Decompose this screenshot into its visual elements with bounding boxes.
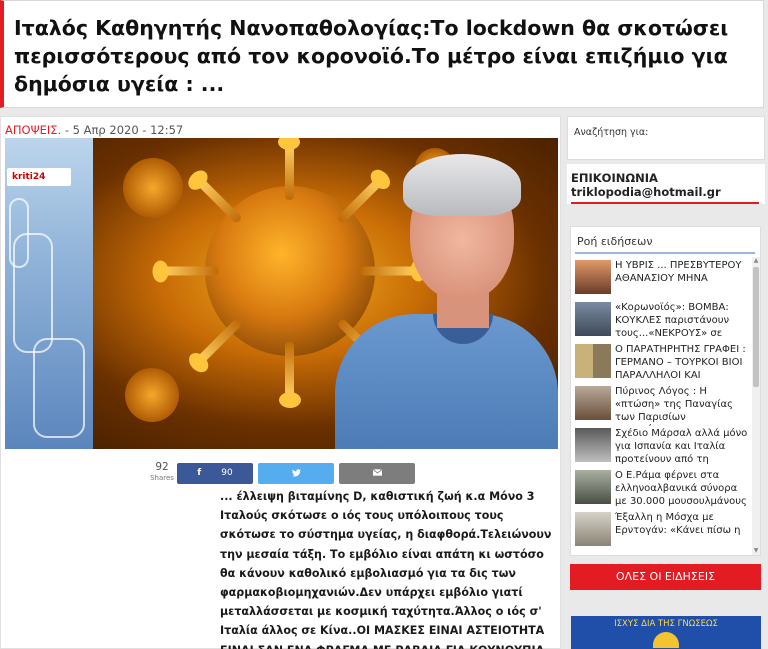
article-hero-image: kriti24 bbox=[5, 138, 558, 449]
scroll-down-icon[interactable]: ▼ bbox=[752, 547, 760, 555]
share-count: 92 Shares bbox=[150, 461, 174, 483]
virus-graphic-small bbox=[123, 158, 183, 218]
professor-photo bbox=[325, 138, 558, 449]
scrollbar-thumb[interactable] bbox=[753, 267, 759, 387]
contact-title: ΕΠΙΚΟΙΝΩΝΙΑ bbox=[571, 171, 658, 185]
news-feed-item[interactable]: Ο Ε.Ράμα φέρνει στα ελληνοαλβανικά σύνορ… bbox=[575, 470, 751, 510]
news-feed: Ροή ειδήσεων Η ΥΒΡΙΣ ... ΠΡΕΣΒΥΤΕΡΟΥ ΑΘΑ… bbox=[570, 226, 761, 556]
email-share-button[interactable] bbox=[339, 463, 415, 484]
contact-email[interactable]: triklopodia@hotmail.gr bbox=[571, 185, 721, 199]
news-thumbnail bbox=[575, 428, 611, 462]
article-date: - 5 Απρ 2020 - 12:57 bbox=[61, 123, 184, 137]
news-thumbnail bbox=[575, 512, 611, 546]
news-thumbnail bbox=[575, 302, 611, 336]
search-label: Αναζήτηση για: bbox=[574, 127, 649, 138]
sidebar: Αναζήτηση για: ΕΠΙΚΟΙΝΩΝΙΑ triklopodia@h… bbox=[567, 116, 765, 649]
virus-graphic-small bbox=[125, 368, 179, 422]
twitter-icon bbox=[291, 468, 301, 477]
news-thumbnail bbox=[575, 470, 611, 504]
divider bbox=[571, 202, 759, 204]
contact-widget: ΕΠΙΚΟΙΝΩΝΙΑ triklopodia@hotmail.gr bbox=[567, 164, 765, 204]
article-title-box: Ιταλός Καθηγητής Νανοπαθολογίας:Το lockd… bbox=[0, 0, 764, 108]
article-main: ΑΠΟΨΕΙΣ. - 5 Απρ 2020 - 12:57 kriti24 92… bbox=[0, 116, 561, 649]
divider bbox=[575, 252, 755, 254]
news-thumbnail bbox=[575, 344, 611, 378]
all-news-button[interactable]: ΟΛΕΣ ΟΙ ΕΙΔΗΣΕΙΣ bbox=[570, 564, 761, 590]
feed-scrollbar[interactable]: ▲ ▼ bbox=[752, 257, 760, 555]
news-thumbnail bbox=[575, 260, 611, 294]
news-thumbnail bbox=[575, 386, 611, 420]
news-feed-title: Ροή ειδήσεων bbox=[577, 235, 653, 248]
twitter-share-button[interactable] bbox=[258, 463, 334, 484]
news-feed-item[interactable]: Έξαλλη η Μόσχα με Ερντογάν: «Κάνει πίσω … bbox=[575, 512, 751, 552]
facebook-icon: f bbox=[197, 468, 202, 478]
article-meta: ΑΠΟΨΕΙΣ. - 5 Απρ 2020 - 12:57 bbox=[5, 123, 183, 137]
news-feed-item[interactable]: «Κορωνοϊός»: ΒΟΜΒΑ: ΚΟΥΚΛΕΣ παριστάνουν … bbox=[575, 302, 751, 342]
news-feed-item[interactable]: Η ΥΒΡΙΣ ... ΠΡΕΣΒΥΤΕΡΟΥ ΑΘΑΝΑΣΙΟΥ ΜΗΝΑ bbox=[575, 260, 751, 300]
article-category-link[interactable]: ΑΠΟΨΕΙΣ. bbox=[5, 123, 61, 137]
email-icon bbox=[372, 468, 382, 476]
search-widget[interactable]: Αναζήτηση για: bbox=[567, 116, 765, 160]
sidebar-banner[interactable]: ΙΣΧΥΣ ΔΙΑ ΤΗΣ ΓΝΩΣΕΩΣ bbox=[571, 616, 761, 649]
news-feed-item[interactable]: Ο ΠΑΡΑΤΗΡΗΤΗΣ ΓΡΑΦΕΙ : ΓΕΡΜΑΝΟ – ΤΟΥΡΚΟΙ… bbox=[575, 344, 751, 384]
scroll-up-icon[interactable]: ▲ bbox=[752, 257, 760, 265]
news-feed-item[interactable]: Πύρινος Λόγος : Η «πτώση» της Παναγίας τ… bbox=[575, 386, 751, 426]
news-feed-item[interactable]: Σχέδιο Μάρσαλ αλλά μόνο για Ισπανία και … bbox=[575, 428, 751, 468]
facebook-share-count: 90 bbox=[221, 468, 233, 478]
sun-emblem-icon bbox=[653, 632, 679, 648]
article-title: Ιταλός Καθηγητής Νανοπαθολογίας:Το lockd… bbox=[14, 16, 729, 96]
channel-logo: kriti24 bbox=[7, 168, 71, 186]
facebook-share-button[interactable]: f 90 bbox=[177, 463, 253, 484]
article-body: ... έλλειψη βιταμίνης D, καθιστική ζωή κ… bbox=[220, 490, 552, 649]
